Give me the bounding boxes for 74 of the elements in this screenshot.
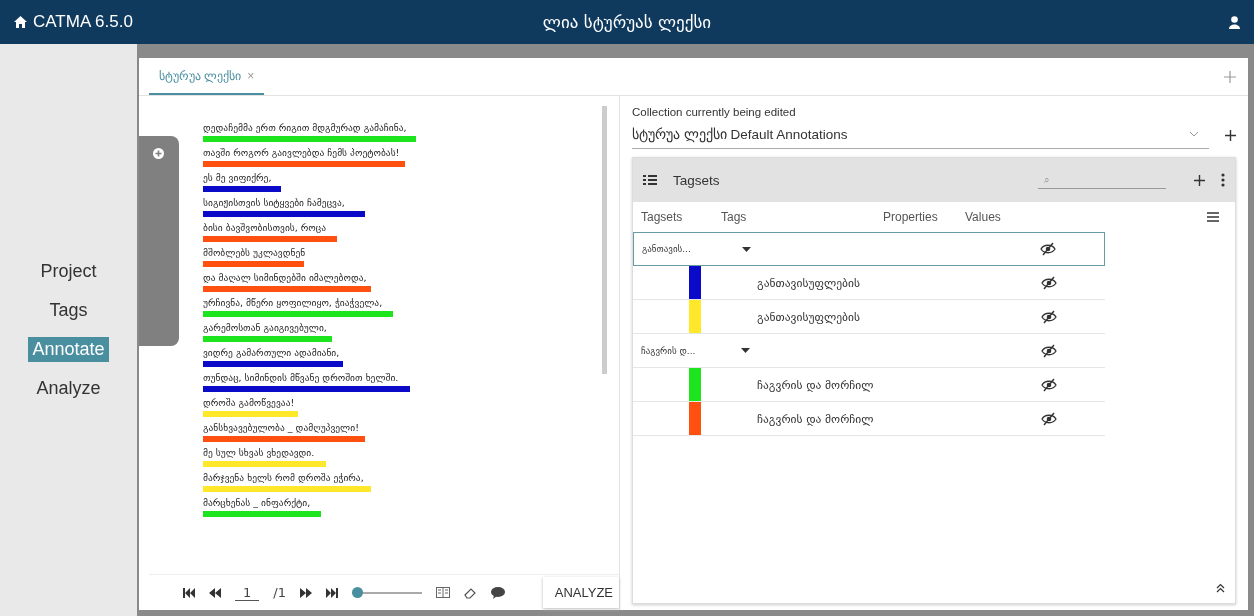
first-page-icon[interactable] <box>183 587 195 598</box>
text-line: სიგიჟისთვის სიტყვები ჩამეცვა, <box>203 197 345 208</box>
home-icon[interactable] <box>14 16 27 28</box>
list-icon <box>643 173 657 187</box>
document-tab[interactable]: სტურუა ლექსი × <box>149 58 265 95</box>
eye-slash-icon[interactable] <box>1041 377 1057 392</box>
nav-item[interactable]: Analyze <box>32 376 105 401</box>
page-count: /1 <box>273 585 286 600</box>
text-line: თუნდაც, სიმინდის მწვანე დროშით ხელში. <box>203 372 399 383</box>
menu-icon[interactable] <box>1207 212 1219 222</box>
add-icon[interactable] <box>1225 130 1236 141</box>
collection-dropdown[interactable]: სტურუა ლექსი Default Annotations <box>632 122 1209 149</box>
add-circle-icon[interactable] <box>153 148 164 159</box>
tag-name: განთავისუფლების <box>757 275 861 290</box>
last-page-icon[interactable] <box>325 587 338 598</box>
nav-item[interactable]: Tags <box>45 298 92 323</box>
tagset-row[interactable]: განთავის... <box>633 232 1105 266</box>
search-field[interactable]: ⌕ <box>1038 171 1166 189</box>
tagset-name: განთავის... <box>641 244 692 254</box>
more-icon[interactable] <box>1221 173 1225 187</box>
chevron-down-icon[interactable] <box>1189 131 1199 137</box>
app-title: CATMA 6.5.0 <box>33 12 133 32</box>
document-title: ლია სტურუას ლექსი <box>542 12 712 32</box>
eye-slash-icon[interactable] <box>1041 275 1057 290</box>
field-label: Collection currently being edited <box>632 106 797 118</box>
tagset-row[interactable]: ჩაგვრის დ... <box>633 334 1105 368</box>
page-field[interactable]: 1 <box>235 584 260 601</box>
text-line: ურჩივნა, მწერი ყოფილიყო, ჭიაჭველა, <box>203 297 383 308</box>
caret-icon[interactable] <box>742 246 751 252</box>
text-line: მე სულ სხვას ვხედავდი. <box>203 447 315 458</box>
text-line: მშობლებს უკლავდნენ <box>203 247 306 258</box>
tag-row[interactable]: ჩაგვრის და მორჩილ <box>633 368 1105 402</box>
user-icon[interactable] <box>1229 15 1240 29</box>
zoom-slider[interactable] <box>351 587 363 598</box>
column-header: Properties <box>883 210 939 224</box>
eye-slash-icon[interactable] <box>1041 343 1057 358</box>
next-icon[interactable] <box>299 587 312 598</box>
tag-name: ჩაგვრის და მორჩილ <box>757 377 875 392</box>
tag-row[interactable]: ჩაგვრის და მორჩილ <box>633 402 1105 436</box>
text-line: და მაღალ სიმინდებში იმალებოდა, <box>203 272 367 283</box>
nav-item[interactable]: Annotate <box>28 337 109 362</box>
columns-icon[interactable] <box>435 587 450 598</box>
column-header: Tags <box>721 210 748 224</box>
text-line: განსხვავებულობა _ დამღუპველი! <box>203 422 359 433</box>
eye-slash-icon[interactable] <box>1040 242 1056 256</box>
eye-slash-icon[interactable] <box>1041 309 1057 324</box>
comment-icon[interactable] <box>490 586 505 599</box>
nav-item[interactable]: Project <box>36 259 101 284</box>
eraser-icon[interactable] <box>463 586 477 599</box>
analyze-button[interactable]: ANALYZE <box>542 577 619 608</box>
caret-icon[interactable] <box>741 348 750 353</box>
previous-icon[interactable] <box>209 587 221 598</box>
text-line: გარემოსთან გაიგივებული, <box>203 322 327 333</box>
eye-slash-icon[interactable] <box>1041 411 1057 426</box>
text-line: ბისი ბავშვობისთვის, როცა <box>203 222 327 233</box>
scrollbar[interactable] <box>602 106 607 374</box>
tag-name: ჩაგვრის და მორჩილ <box>757 411 875 426</box>
tag-row[interactable]: განთავისუფლების <box>633 266 1105 300</box>
tagset-name: ჩაგვრის დ... <box>640 345 697 356</box>
add-icon[interactable] <box>1194 174 1205 186</box>
text-line: თავში როგორ გაივლებდა ჩემს პოეტობას! <box>203 147 400 158</box>
text-line: მარჯვენა ხელს რომ დროშა ეჭირა, <box>203 472 364 483</box>
panel-title: Tagsets <box>673 172 720 188</box>
drawer-handle[interactable] <box>139 136 179 346</box>
text-line: ეს მე ვიფიქრე, <box>203 172 272 183</box>
text-line: ვიდრე გამართული ადამიანი, <box>203 347 340 358</box>
text-line: მარცხენას _ ინფარქტი, <box>203 497 311 508</box>
text-line: დროშა გამოწვევაა! <box>203 397 295 408</box>
tag-name: განთავისუფლების <box>757 309 861 324</box>
column-header: Values <box>965 210 1002 224</box>
tag-row[interactable]: განთავისუფლების <box>633 300 1105 334</box>
text-line: დედაჩემმა ერთ რიგით მდგმურად გამაჩინა, <box>203 122 407 133</box>
collapse-icon[interactable] <box>1216 583 1225 593</box>
column-header: Tagsets <box>641 210 684 224</box>
